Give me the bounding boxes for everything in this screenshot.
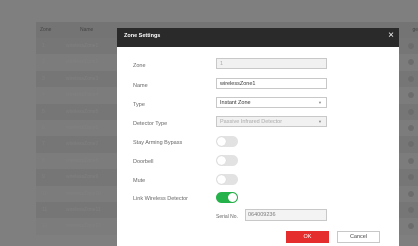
stay-arming-bypass-toggle[interactable]: [216, 136, 238, 147]
zone-field: 1: [216, 58, 327, 69]
type-select-value: Instant Zone: [220, 100, 251, 106]
name-label: Name: [133, 83, 148, 89]
chevron-down-icon: ▼: [318, 100, 322, 105]
close-icon[interactable]: ×: [388, 31, 394, 41]
toggle-knob: [217, 137, 226, 146]
dialog-title: Zone Settings: [124, 33, 161, 39]
name-field[interactable]: wirelessZone1: [216, 78, 327, 89]
detector-type-value: Passive Infrared Detector: [220, 119, 283, 125]
stay-arming-bypass-label: Stay Arming Bypass: [133, 140, 183, 146]
toggle-knob: [217, 156, 226, 165]
dialog-header: Zone Settings ×: [117, 28, 399, 47]
toggle-knob: [217, 175, 226, 184]
link-wireless-detector-label: Link Wireless Detector: [133, 196, 189, 202]
doorbell-toggle[interactable]: [216, 155, 238, 166]
type-select[interactable]: Instant Zone ▼: [216, 97, 327, 108]
chevron-down-icon: ▼: [318, 119, 322, 124]
toggle-knob: [228, 193, 237, 202]
mute-label: Mute: [133, 178, 146, 184]
link-wireless-detector-toggle[interactable]: [216, 192, 238, 203]
doorbell-label: Doorbell: [133, 159, 154, 165]
ok-button[interactable]: OK: [286, 231, 329, 243]
detector-type-label: Detector Type: [133, 121, 168, 127]
zone-settings-dialog: Zone Settings × Zone 1 Name wirelessZone…: [117, 28, 399, 246]
detector-type-select: Passive Infrared Detector ▼: [216, 116, 327, 127]
zone-label: Zone: [133, 63, 146, 69]
serial-no-label: Serial No.: [216, 214, 238, 220]
type-label: Type: [133, 102, 145, 108]
cancel-button[interactable]: Cancel: [337, 231, 380, 243]
mute-toggle[interactable]: [216, 174, 238, 185]
serial-no-field[interactable]: 064009236: [245, 209, 327, 221]
